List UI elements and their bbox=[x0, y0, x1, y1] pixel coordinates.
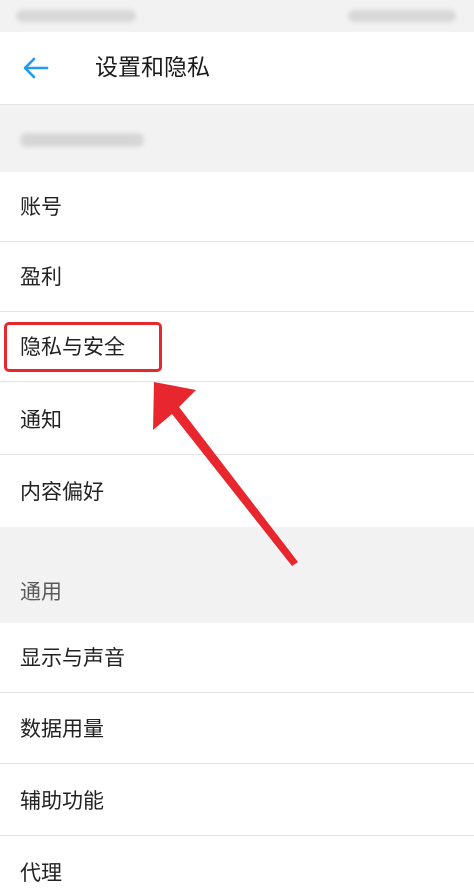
app-header: 设置和隐私 bbox=[0, 32, 474, 105]
status-bar bbox=[0, 0, 474, 32]
menu-item-proxy[interactable]: 代理 bbox=[0, 838, 474, 889]
menu-item-display-sound[interactable]: 显示与声音 bbox=[0, 623, 474, 693]
menu-item-label: 辅助功能 bbox=[20, 789, 104, 813]
blurred-account-handle bbox=[20, 133, 144, 147]
menu-item-label: 内容偏好 bbox=[20, 480, 104, 504]
menu-item-accessibility[interactable]: 辅助功能 bbox=[0, 766, 474, 836]
menu-item-privacy-security[interactable]: 隐私与安全 bbox=[0, 312, 474, 382]
menu-item-label: 隐私与安全 bbox=[20, 335, 125, 359]
page-title: 设置和隐私 bbox=[95, 55, 210, 81]
menu-item-label: 数据用量 bbox=[20, 717, 104, 741]
status-right-blur bbox=[348, 10, 456, 22]
menu-item-content-preferences[interactable]: 内容偏好 bbox=[0, 457, 474, 527]
menu-item-label: 盈利 bbox=[20, 265, 62, 289]
menu-item-label: 显示与声音 bbox=[20, 646, 125, 670]
back-button[interactable] bbox=[14, 46, 58, 90]
menu-item-label: 账号 bbox=[20, 195, 62, 219]
section-header-general: 通用 bbox=[0, 527, 474, 623]
menu-item-notifications[interactable]: 通知 bbox=[0, 385, 474, 455]
account-handle-band bbox=[0, 105, 474, 172]
back-arrow-icon bbox=[23, 57, 49, 79]
menu-item-monetization[interactable]: 盈利 bbox=[0, 242, 474, 312]
menu-item-account[interactable]: 账号 bbox=[0, 172, 474, 242]
status-left-blur bbox=[16, 10, 136, 22]
menu-item-label: 通知 bbox=[20, 408, 62, 432]
menu-item-data-usage[interactable]: 数据用量 bbox=[0, 694, 474, 764]
menu-item-label: 代理 bbox=[20, 861, 62, 885]
section-label: 通用 bbox=[20, 580, 62, 604]
